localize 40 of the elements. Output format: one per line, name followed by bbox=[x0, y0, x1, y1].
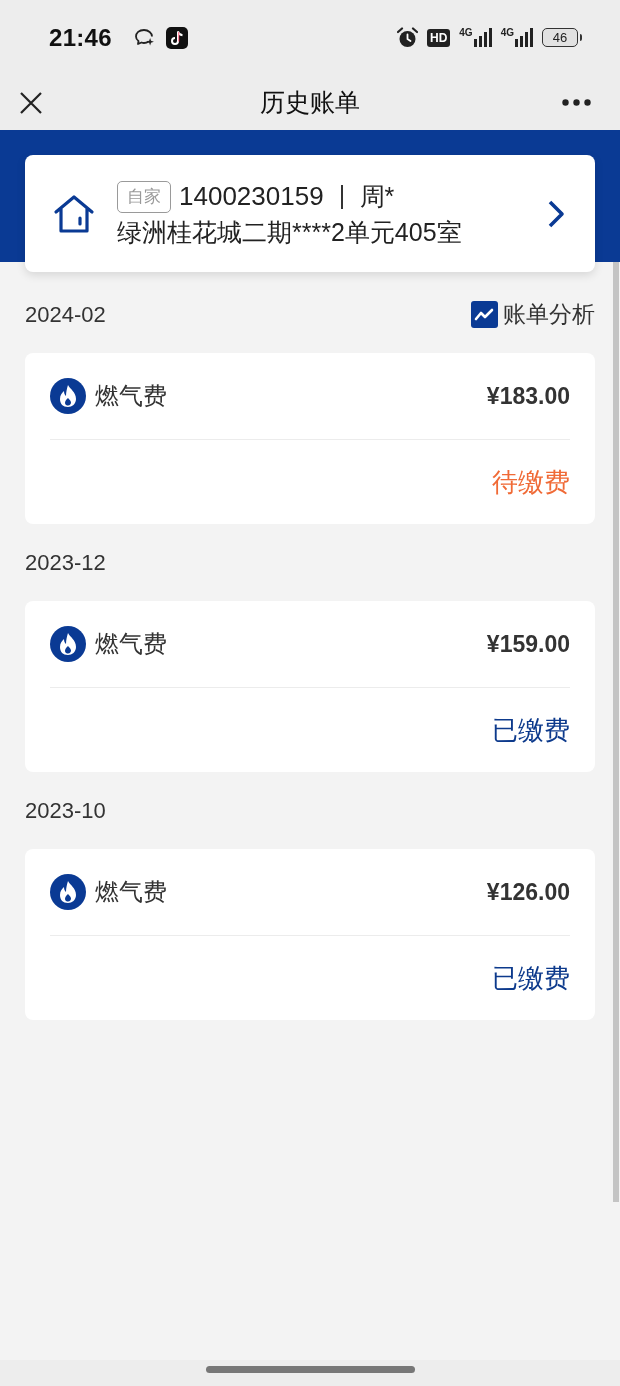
network-type-label: 4G bbox=[459, 28, 473, 38]
network-type-label: 4G bbox=[500, 28, 514, 38]
payment-status: 待缴费 bbox=[492, 465, 570, 499]
bill-card[interactable]: 燃气费 ¥183.00 待缴费 bbox=[25, 353, 595, 524]
trend-chart-icon bbox=[471, 301, 498, 328]
payment-status: 已缴费 bbox=[492, 961, 570, 995]
hd-badge: HD bbox=[426, 28, 451, 47]
chevron-right-icon bbox=[547, 198, 565, 229]
payment-status: 已缴费 bbox=[492, 713, 570, 747]
bill-type-label: 燃气费 bbox=[95, 629, 167, 659]
signal-icon bbox=[515, 28, 533, 47]
month-label: 2024-02 bbox=[25, 301, 106, 328]
month-label: 2023-12 bbox=[25, 549, 106, 576]
bill-card[interactable]: 燃气费 ¥126.00 已缴费 bbox=[25, 849, 595, 1020]
bill-amount: ¥126.00 bbox=[486, 878, 570, 906]
scrollbar-thumb[interactable] bbox=[613, 262, 619, 1202]
account-holder: 周* bbox=[359, 181, 395, 212]
bill-analysis-link[interactable]: 账单分析 bbox=[471, 299, 595, 330]
flame-icon bbox=[50, 626, 86, 662]
account-card[interactable]: 自家 1400230159 周* 绿洲桂花城二期****2单元405室 bbox=[25, 155, 595, 272]
chat-bubble-icon bbox=[133, 27, 156, 48]
account-number: 1400230159 bbox=[179, 181, 324, 212]
close-icon[interactable] bbox=[20, 91, 42, 114]
status-time: 21:46 bbox=[49, 23, 112, 52]
page-title: 历史账单 bbox=[260, 87, 360, 118]
bill-type-label: 燃气费 bbox=[95, 877, 167, 907]
more-icon[interactable] bbox=[562, 99, 591, 106]
account-tag: 自家 bbox=[117, 180, 171, 213]
flame-icon bbox=[50, 378, 86, 414]
signal-icon bbox=[473, 28, 492, 47]
account-address: 绿洲桂花城二期****2单元405室 bbox=[117, 216, 463, 247]
bill-type-label: 燃气费 bbox=[95, 381, 167, 411]
bill-amount: ¥159.00 bbox=[486, 630, 570, 658]
alarm-clock-icon bbox=[396, 27, 418, 48]
house-icon bbox=[53, 193, 95, 234]
bill-card[interactable]: 燃气费 ¥159.00 已缴费 bbox=[25, 601, 595, 772]
month-label: 2023-10 bbox=[25, 797, 106, 824]
music-note-app-icon bbox=[165, 26, 188, 49]
flame-icon bbox=[50, 874, 86, 910]
bill-amount: ¥183.00 bbox=[486, 382, 570, 410]
